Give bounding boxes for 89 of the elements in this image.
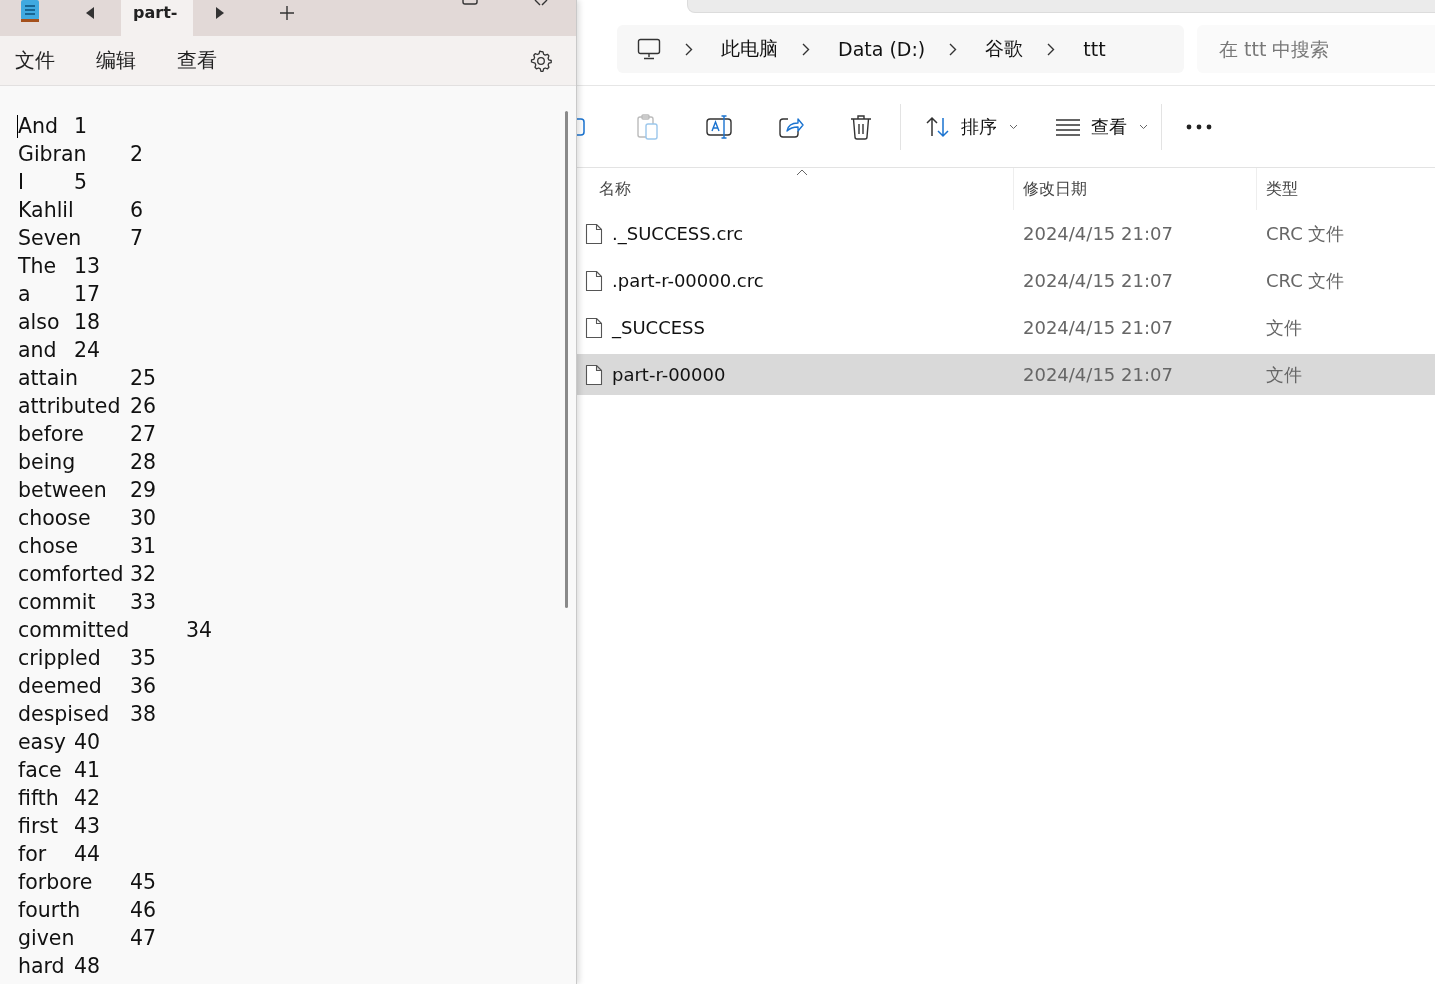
breadcrumb-item[interactable]: ttt: [1083, 38, 1106, 60]
file-type: 文件: [1266, 315, 1302, 340]
sort-icon: [925, 115, 951, 138]
chevron-icon: [949, 42, 958, 56]
text-line: Gibran 2: [18, 141, 144, 168]
text-line: forbore 45: [18, 869, 157, 896]
dropdown-icon: [1139, 123, 1148, 130]
text-line: also 18: [18, 309, 101, 336]
maximize-icon[interactable]: [462, 0, 478, 5]
file-type: 文件: [1266, 362, 1302, 387]
text-line: Seven 7: [18, 225, 144, 252]
menu-item[interactable]: 文件: [15, 47, 55, 74]
monitor-icon: [637, 38, 661, 60]
text-line: commit 33: [18, 589, 157, 616]
tab-left-icon[interactable]: [85, 6, 95, 20]
breadcrumb-item[interactable]: 谷歌: [985, 36, 1024, 62]
new-tab-icon[interactable]: [279, 5, 295, 21]
column-header[interactable]: 名称: [599, 178, 631, 200]
text-line: crippled 35: [18, 645, 157, 672]
text-line: and 24: [18, 337, 101, 364]
file-name: _SUCCESS: [612, 317, 705, 338]
text-line: chose 31: [18, 533, 157, 560]
text-line: hard 48: [18, 953, 101, 980]
modified-date: 2024/4/15 21:07: [1023, 317, 1173, 338]
more-icon[interactable]: [1186, 123, 1212, 130]
text-line: a 17: [18, 281, 101, 308]
text-line: choose 30: [18, 505, 157, 532]
text-line: I 5: [18, 169, 88, 196]
text-line: attributed 26: [18, 393, 157, 420]
text-line: before 27: [18, 421, 157, 448]
menu-item[interactable]: 编辑: [96, 47, 136, 74]
scrollbar[interactable]: [565, 111, 568, 608]
text-line: despised 38: [18, 701, 157, 728]
file-row[interactable]: .part-r-00000.crc 2024/4/15 21:07 CRC 文件: [577, 257, 1435, 304]
text-line: easy 40: [18, 729, 101, 756]
dropdown-icon: [1009, 123, 1018, 130]
breadcrumb-item[interactable]: Data (D:): [838, 38, 926, 60]
settings-icon[interactable]: [529, 48, 553, 73]
view-button[interactable]: 查看: [1055, 114, 1148, 139]
modified-date: 2024/4/15 21:07: [1023, 223, 1173, 244]
notepad-icon: [19, 0, 41, 22]
file-type: CRC 文件: [1266, 268, 1345, 293]
chevron-icon: [802, 42, 810, 56]
menu-item[interactable]: 查看: [177, 47, 217, 74]
delete-icon[interactable]: [849, 113, 873, 140]
chevron-icon: [1047, 42, 1056, 56]
text-line: comforted 32: [18, 561, 157, 588]
close-icon[interactable]: [533, 0, 549, 6]
rename-icon[interactable]: [705, 113, 733, 140]
text-line: And 1: [18, 113, 88, 140]
file-row[interactable]: ._SUCCESS.crc 2024/4/15 21:07 CRC 文件: [577, 210, 1435, 257]
file-icon: [585, 316, 603, 339]
text-line: between 29: [18, 477, 157, 504]
file-type: CRC 文件: [1266, 221, 1345, 246]
modified-date: 2024/4/15 21:07: [1023, 364, 1173, 385]
file-name: part-r-00000: [612, 364, 726, 385]
file-row[interactable]: _SUCCESS 2024/4/15 21:07 文件: [577, 304, 1435, 351]
file-icon: [585, 222, 603, 245]
column-header[interactable]: 类型: [1266, 178, 1298, 200]
text-line: for 44: [18, 841, 101, 868]
text-line: given 47: [18, 925, 157, 952]
search-field[interactable]: 在 ttt 中搜索: [1197, 25, 1435, 73]
file-icon: [585, 269, 603, 292]
modified-date: 2024/4/15 21:07: [1023, 270, 1173, 291]
list-icon: [1055, 117, 1081, 136]
tab-right-icon[interactable]: [215, 6, 225, 20]
text-line: fifth 42: [18, 785, 101, 812]
file-name: ._SUCCESS.crc: [612, 223, 744, 244]
breadcrumb-item[interactable]: 此电脑: [721, 36, 778, 62]
file-row[interactable]: part-r-00000 2024/4/15 21:07 文件: [577, 354, 1435, 395]
text-line: attain 25: [18, 365, 157, 392]
text-cursor: [17, 114, 18, 138]
column-header[interactable]: 修改日期: [1023, 178, 1087, 200]
address-bar[interactable]: 此电脑 Data (D:) 谷歌 ttt: [617, 25, 1184, 73]
text-line: first 43: [18, 813, 101, 840]
text-line: face 41: [18, 757, 101, 784]
text-line: being 28: [18, 449, 157, 476]
chevron-icon: [685, 42, 693, 56]
text-line: fourth 46: [18, 897, 157, 924]
text-line: The 13: [18, 253, 101, 280]
text-line: deemed 36: [18, 673, 157, 700]
file-icon: [585, 363, 603, 386]
text-line: Kahlil 6: [18, 197, 144, 224]
file-name: .part-r-00000.crc: [612, 270, 764, 291]
copy-icon[interactable]: [577, 116, 585, 137]
text-line: committed 34: [18, 617, 213, 644]
sort-up-icon: [796, 169, 808, 176]
file-tab[interactable]: part-: [121, 0, 193, 36]
sort-button[interactable]: 排序: [925, 114, 1018, 139]
